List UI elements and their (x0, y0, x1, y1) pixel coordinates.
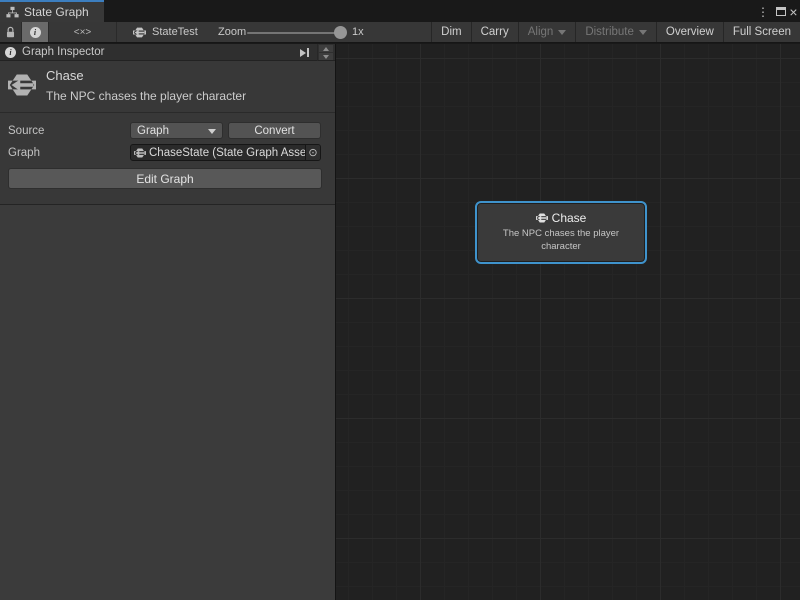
state-graph-icon (134, 147, 146, 159)
convert-button[interactable]: Convert (228, 122, 321, 139)
state-title: Chase (46, 68, 84, 83)
toolbar: i <×> StateTest Zoom 1x Dim Carry Align … (0, 22, 800, 43)
graph-object-value: ChaseState (State Graph Asset) (149, 147, 305, 159)
align-button[interactable]: Align (518, 22, 576, 42)
window-close-icon[interactable]: × (787, 4, 800, 19)
lock-icon (5, 26, 16, 39)
overview-button[interactable]: Overview (656, 22, 723, 42)
distribute-button[interactable]: Distribute (575, 22, 656, 42)
inspector-header-title: Graph Inspector (22, 46, 104, 58)
align-label: Align (528, 26, 554, 38)
chevron-down-icon (639, 30, 647, 35)
graph-hierarchy-icon (6, 6, 19, 19)
toolbar-right-group: Dim Carry Align Distribute Overview Full… (431, 22, 800, 42)
node-description: The NPC chases the player character (490, 228, 632, 254)
convert-label: Convert (254, 125, 294, 137)
state-description: The NPC chases the player character (46, 89, 246, 103)
arrow-down-icon (323, 55, 329, 59)
code-icon: <×> (74, 27, 92, 38)
dock-panel-button[interactable] (296, 46, 312, 59)
distribute-label: Distribute (585, 26, 634, 38)
graph-canvas[interactable]: Chase The NPC chases the player characte… (336, 44, 800, 600)
full-screen-label: Full Screen (733, 26, 791, 38)
arrow-up-icon (323, 47, 329, 51)
full-screen-button[interactable]: Full Screen (723, 22, 800, 42)
window-maximize-icon[interactable] (774, 4, 787, 19)
code-preview-toggle[interactable]: <×> (49, 22, 117, 42)
tab-state-graph[interactable]: State Graph (0, 2, 104, 22)
source-dropdown-value: Graph (137, 125, 169, 137)
panel-scrollbar (317, 44, 333, 61)
carry-button[interactable]: Carry (471, 22, 518, 42)
lock-toggle[interactable] (0, 22, 22, 42)
info-icon: i (5, 47, 16, 58)
maximize-box (776, 7, 786, 16)
zoom-label: Zoom (218, 22, 246, 42)
state-graph-icon (133, 26, 146, 39)
dock-bar-icon (307, 48, 309, 57)
tab-title: State Graph (24, 5, 89, 19)
dim-button[interactable]: Dim (431, 22, 470, 42)
node-title: Chase (552, 211, 587, 225)
scroll-down-button[interactable] (319, 53, 333, 60)
scroll-up-button[interactable] (319, 45, 333, 52)
graph-breadcrumb-label: StateTest (152, 26, 198, 38)
divider (0, 112, 335, 113)
zoom-slider-track[interactable] (247, 32, 337, 34)
carry-label: Carry (481, 26, 509, 38)
state-graph-icon (536, 212, 548, 224)
chevron-down-icon (558, 30, 566, 35)
window-menu-icon[interactable]: ⋮ (757, 4, 769, 19)
graph-object-field[interactable]: ChaseState (State Graph Asset) ⊙ (130, 144, 321, 161)
chevron-down-icon (208, 129, 216, 134)
graph-breadcrumb[interactable]: StateTest (133, 22, 198, 42)
node-title-row: Chase (536, 211, 587, 225)
source-label: Source (8, 125, 44, 137)
inspector-toggle[interactable]: i (22, 22, 49, 42)
edit-graph-button[interactable]: Edit Graph (8, 168, 322, 189)
state-graph-icon (8, 71, 36, 99)
node-chase[interactable]: Chase The NPC chases the player characte… (475, 201, 647, 264)
zoom-value: 1x (352, 22, 364, 42)
info-icon: i (30, 27, 41, 38)
inspector-header: i Graph Inspector (0, 44, 335, 61)
inspector-empty-area (0, 205, 335, 600)
editor-window: State Graph ⋮ × i <×> StateTest Zoom 1x … (0, 0, 800, 600)
graph-label: Graph (8, 147, 40, 159)
graph-inspector-panel: i Graph Inspector Chase The NPC chases t… (0, 44, 335, 600)
dock-arrow-icon (300, 49, 306, 57)
title-bar: State Graph ⋮ × (0, 0, 800, 22)
dim-label: Dim (441, 26, 461, 38)
object-picker-icon[interactable]: ⊙ (305, 145, 320, 160)
zoom-slider-handle[interactable] (334, 26, 347, 39)
source-dropdown[interactable]: Graph (130, 122, 223, 139)
overview-label: Overview (666, 26, 714, 38)
edit-graph-label: Edit Graph (136, 172, 193, 186)
